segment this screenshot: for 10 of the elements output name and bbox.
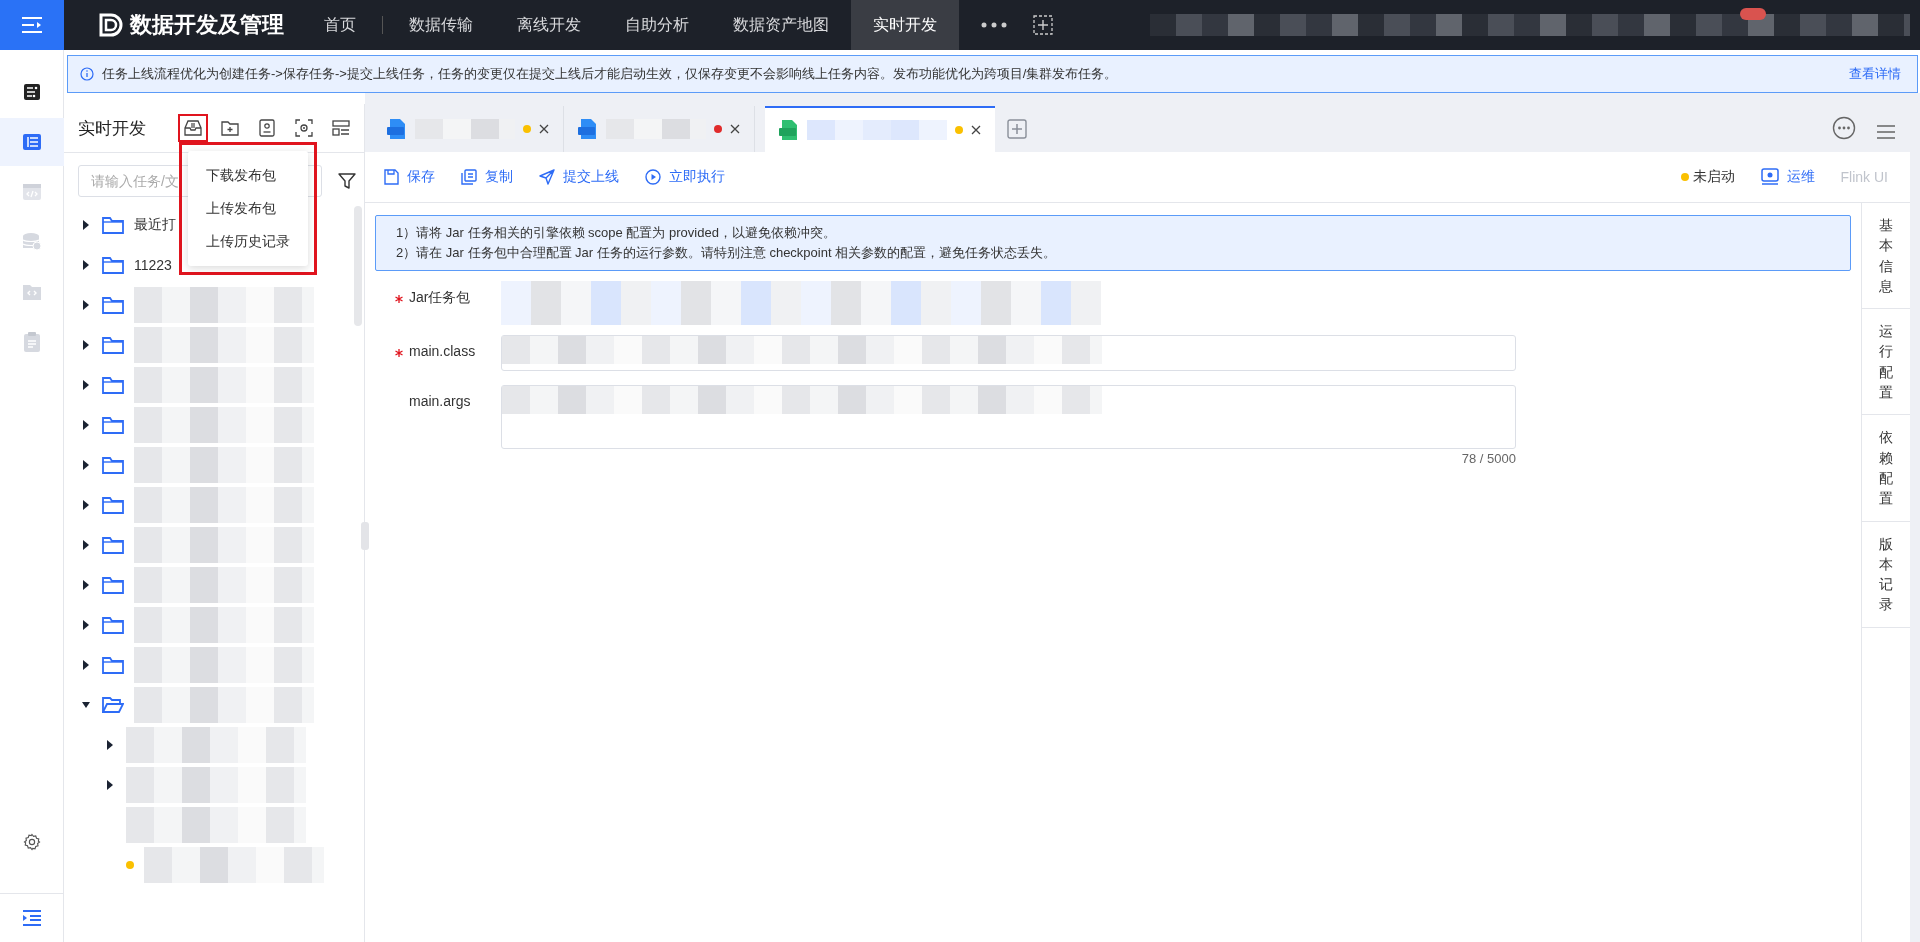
field-label: main.class bbox=[409, 343, 476, 359]
panel-title: 实时开发 bbox=[78, 117, 147, 140]
notice-text: 任务上线流程优化为创建任务->保存任务->提交上线任务，任务的变更仅在提交上线后才能启动生效，仅保存变更不会影响线上任务内容。发布功能优化为跨项目/集群发布任务。 bbox=[102, 65, 1118, 83]
info-text: 1）请将 Jar 任务相关的引擎依赖 scope 配置为 provided，以避免依赖冲突。 bbox=[396, 224, 837, 242]
character-counter: 78 / 5000 bbox=[1461, 451, 1516, 466]
status-text: 未启动 bbox=[1692, 168, 1735, 186]
field-label: Jar任务包 bbox=[409, 289, 471, 307]
app-title: 数据开发及管理 bbox=[130, 11, 284, 39]
info-text: 2）请在 Jar 任务包中合理配置 Jar 任务的运行参数。请特别注意 checkpoint 相关参数的配置，避免任务状态丢失。 bbox=[396, 244, 1058, 262]
field-label: main.args bbox=[409, 393, 471, 409]
